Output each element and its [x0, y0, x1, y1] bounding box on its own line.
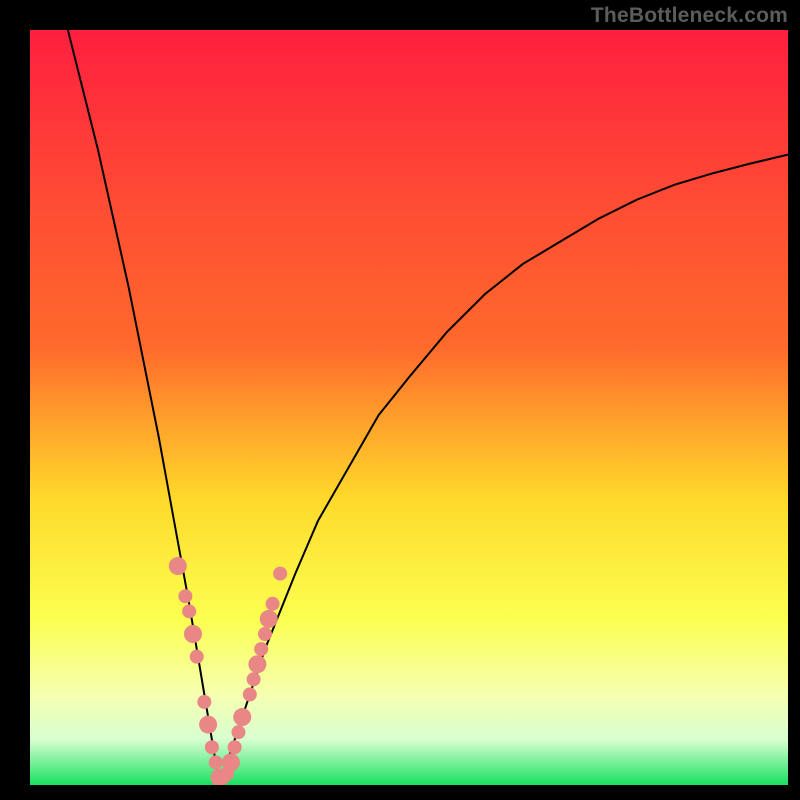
marker-point: [169, 557, 187, 575]
marker-point: [233, 708, 251, 726]
marker-point: [266, 597, 280, 611]
marker-point: [205, 740, 219, 754]
marker-point: [243, 687, 257, 701]
marker-point: [254, 642, 268, 656]
watermark-text: TheBottleneck.com: [591, 4, 788, 28]
marker-point: [184, 625, 202, 643]
marker-point: [222, 753, 240, 771]
marker-point: [231, 725, 245, 739]
marker-point: [247, 672, 261, 686]
marker-point: [190, 650, 204, 664]
marker-point: [209, 755, 223, 769]
gradient-background: [30, 30, 788, 785]
marker-point: [260, 610, 278, 628]
marker-point: [273, 567, 287, 581]
marker-point: [228, 740, 242, 754]
marker-point: [197, 695, 211, 709]
plot-area: [30, 30, 788, 785]
marker-point: [199, 716, 217, 734]
marker-point: [182, 604, 196, 618]
chart-frame: TheBottleneck.com: [0, 0, 800, 800]
plot-svg: [30, 30, 788, 785]
marker-point: [178, 589, 192, 603]
marker-point: [258, 627, 272, 641]
marker-point: [248, 655, 266, 673]
